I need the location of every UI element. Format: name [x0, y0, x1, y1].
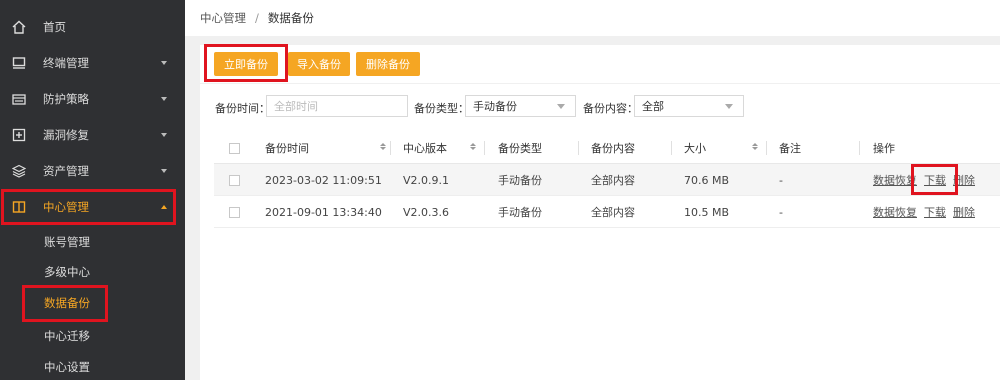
sort-icon[interactable]	[752, 143, 758, 150]
sidebar-item-label: 防护策略	[43, 92, 89, 106]
sidebar-item-label: 首页	[43, 20, 66, 34]
cell-time: 2023-03-02 11:09:51	[265, 173, 382, 187]
sidebar: 首页 终端管理 防护策略 漏洞修复 资产管理 中心管理 账号管理 多级中心 数据…	[0, 0, 185, 380]
sidebar-subitem-migration[interactable]: 中心迁移	[0, 321, 185, 351]
sidebar-subitem-backup[interactable]: 数据备份	[0, 288, 185, 318]
header-time: 备份时间	[265, 142, 309, 155]
backup-content-label: 备份内容：	[583, 102, 638, 115]
download-link[interactable]: 下载	[924, 204, 946, 220]
chevron-down-icon	[557, 104, 565, 109]
cell-note: -	[779, 205, 783, 219]
cell-type: 手动备份	[498, 174, 542, 187]
backup-type-select[interactable]: 手动备份	[465, 95, 576, 117]
restore-link[interactable]: 数据恢复	[873, 204, 917, 220]
cell-type: 手动备份	[498, 206, 542, 219]
breadcrumb: 中心管理 / 数据备份	[185, 0, 1000, 36]
breadcrumb-current: 数据备份	[267, 11, 314, 25]
sidebar-subitem-multilevel[interactable]: 多级中心	[0, 257, 185, 287]
sidebar-item-center[interactable]: 中心管理	[0, 190, 185, 224]
sidebar-subitem-settings[interactable]: 中心设置	[0, 352, 185, 380]
strategy-icon	[12, 92, 26, 106]
header-type: 备份类型	[498, 142, 542, 155]
sidebar-item-strategy[interactable]: 防护策略	[0, 82, 185, 116]
header-note: 备注	[779, 142, 801, 155]
import-backup-button[interactable]: 导入备份	[288, 52, 350, 76]
table-header: 备份时间 中心版本 备份类型 备份内容 大小 备注 操作	[214, 132, 1000, 164]
sidebar-item-label: 终端管理	[43, 56, 89, 70]
select-all-checkbox[interactable]	[229, 143, 240, 154]
sidebar-item-home[interactable]: 首页	[0, 10, 185, 44]
chevron-down-icon	[161, 169, 167, 173]
main-content: 备份时间： 全部时间 备份类型： 手动备份 备份内容： 全部 备份时间 中心版本…	[200, 84, 1000, 380]
breadcrumb-separator: /	[255, 11, 259, 25]
backup-content-select[interactable]: 全部	[634, 95, 744, 117]
cell-version: V2.0.3.6	[403, 205, 450, 219]
backup-type-value: 手动备份	[473, 100, 517, 113]
sidebar-item-assets[interactable]: 资产管理	[0, 154, 185, 188]
chevron-down-icon	[161, 61, 167, 65]
sidebar-item-label: 中心管理	[43, 200, 89, 214]
row-checkbox[interactable]	[229, 175, 240, 186]
cell-note: -	[779, 173, 783, 187]
header-content: 备份内容	[591, 142, 635, 155]
backup-content-value: 全部	[642, 100, 664, 113]
delete-link[interactable]: 删除	[953, 204, 975, 220]
toolbar: 立即备份 导入备份 删除备份	[200, 45, 1000, 83]
cell-content: 全部内容	[591, 206, 635, 219]
sort-icon[interactable]	[380, 143, 386, 150]
chevron-up-icon	[161, 205, 167, 209]
header-version: 中心版本	[403, 142, 447, 155]
cell-actions: 数据恢复 下载 删除	[873, 196, 982, 228]
sidebar-item-patch[interactable]: 漏洞修复	[0, 118, 185, 152]
chevron-down-icon	[161, 133, 167, 137]
delete-backup-button[interactable]: 删除备份	[356, 52, 420, 76]
backup-time-label: 备份时间：	[215, 102, 270, 115]
sidebar-item-label: 漏洞修复	[43, 128, 89, 142]
delete-link[interactable]: 删除	[953, 172, 975, 188]
header-size: 大小	[684, 142, 706, 155]
backup-now-button[interactable]: 立即备份	[214, 52, 278, 76]
backup-type-label: 备份类型：	[414, 102, 469, 115]
sidebar-subitem-accounts[interactable]: 账号管理	[0, 227, 185, 257]
table-row: 2021-09-01 13:34:40 V2.0.3.6 手动备份 全部内容 1…	[214, 196, 1000, 228]
breadcrumb-parent[interactable]: 中心管理	[200, 10, 246, 26]
chevron-down-icon	[725, 104, 733, 109]
sidebar-item-label: 资产管理	[43, 164, 89, 178]
cell-version: V2.0.9.1	[403, 173, 450, 187]
sort-icon[interactable]	[470, 143, 476, 150]
restore-link[interactable]: 数据恢复	[873, 172, 917, 188]
cell-size: 10.5 MB	[684, 205, 730, 219]
book-icon	[12, 200, 26, 214]
row-checkbox[interactable]	[229, 207, 240, 218]
download-link[interactable]: 下载	[924, 172, 946, 188]
patch-icon	[12, 128, 26, 142]
cell-size: 70.6 MB	[684, 173, 730, 187]
cell-actions: 数据恢复 下载 删除	[873, 164, 982, 196]
cell-content: 全部内容	[591, 174, 635, 187]
home-icon	[12, 20, 26, 34]
header-actions: 操作	[873, 142, 895, 155]
layers-icon	[12, 164, 26, 178]
backup-time-input[interactable]: 全部时间	[266, 95, 408, 117]
monitor-icon	[12, 56, 26, 70]
chevron-down-icon	[161, 97, 167, 101]
cell-time: 2021-09-01 13:34:40	[265, 205, 382, 219]
sidebar-item-terminal[interactable]: 终端管理	[0, 46, 185, 80]
table-row: 2023-03-02 11:09:51 V2.0.9.1 手动备份 全部内容 7…	[214, 164, 1000, 196]
